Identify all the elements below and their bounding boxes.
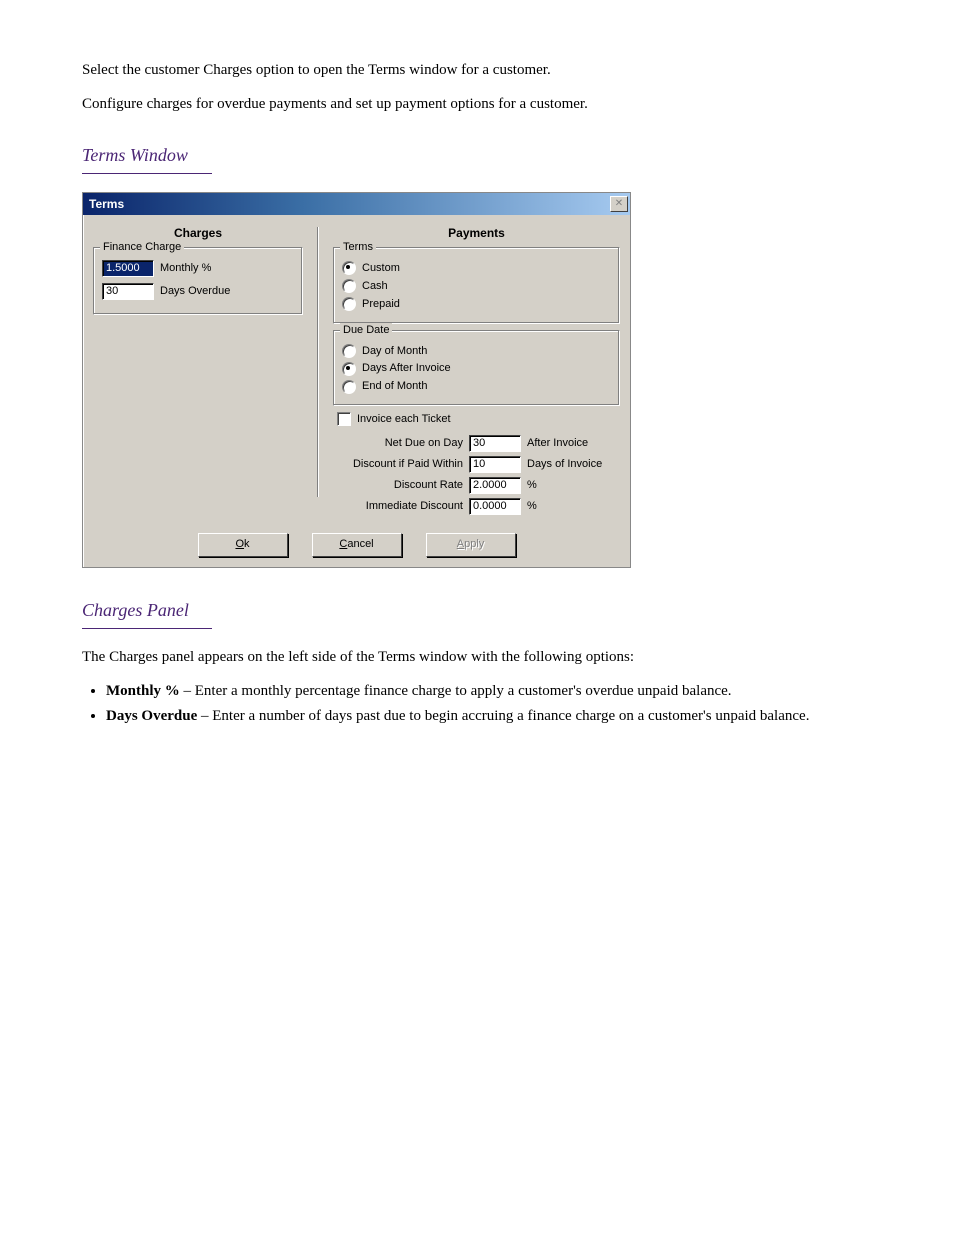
payments-header: Payments xyxy=(333,223,620,247)
percent-label: % xyxy=(521,478,537,493)
immediate-discount-input[interactable] xyxy=(469,498,521,515)
radio-custom[interactable]: Custom xyxy=(342,261,611,276)
days-overdue-label: Days Overdue xyxy=(160,284,230,299)
intro-line-2: Configure charges for overdue payments a… xyxy=(82,94,872,114)
radio-prepaid[interactable]: Prepaid xyxy=(342,297,611,312)
terms-dialog: Terms ✕ Charges Finance Charge Monthly %… xyxy=(82,192,631,568)
monthly-percent-input[interactable] xyxy=(102,260,154,277)
title-bar: Terms ✕ xyxy=(83,193,630,215)
net-due-label: Net Due on Day xyxy=(333,436,469,451)
radio-custom-label: Custom xyxy=(362,261,400,276)
heading-underline xyxy=(82,173,212,174)
terms-legend: Terms xyxy=(340,240,376,255)
cancel-button[interactable]: Cancel xyxy=(312,533,402,557)
radio-prepaid-label: Prepaid xyxy=(362,297,400,312)
finance-charge-group: Finance Charge Monthly % Days Overdue xyxy=(93,247,303,315)
due-date-legend: Due Date xyxy=(340,323,392,338)
radio-end-of-month[interactable]: End of Month xyxy=(342,379,611,394)
immediate-discount-label: Immediate Discount xyxy=(333,499,469,514)
discount-rate-label: Discount Rate xyxy=(333,478,469,493)
days-overdue-input[interactable] xyxy=(102,283,154,300)
charges-intro: The Charges panel appears on the left si… xyxy=(82,647,872,667)
radio-icon xyxy=(342,344,356,358)
checkbox-icon xyxy=(337,412,351,426)
invoice-each-ticket-checkbox[interactable]: Invoice each Ticket xyxy=(337,412,620,427)
window-title: Terms xyxy=(89,196,124,212)
radio-icon xyxy=(342,297,356,311)
radio-days-after-invoice[interactable]: Days After Invoice xyxy=(342,361,611,376)
net-due-suffix: After Invoice xyxy=(521,436,588,451)
radio-cash[interactable]: Cash xyxy=(342,279,611,294)
discount-within-suffix: Days of Invoice xyxy=(521,457,602,472)
discount-within-input[interactable] xyxy=(469,456,521,473)
apply-button: Apply xyxy=(426,533,516,557)
close-icon[interactable]: ✕ xyxy=(610,196,628,212)
ok-button[interactable]: Ok xyxy=(198,533,288,557)
radio-icon xyxy=(342,261,356,275)
due-date-group: Due Date Day of Month Days After Invoice… xyxy=(333,330,620,407)
heading-underline xyxy=(82,628,212,629)
radio-day-of-month-label: Day of Month xyxy=(362,344,427,359)
finance-charge-legend: Finance Charge xyxy=(100,240,184,255)
net-due-input[interactable] xyxy=(469,435,521,452)
section-heading-terms: Terms Window xyxy=(82,143,872,167)
intro-line-1: Select the customer Charges option to op… xyxy=(82,60,872,80)
radio-cash-label: Cash xyxy=(362,279,388,294)
charges-bullets: Monthly % – Enter a monthly percentage f… xyxy=(82,681,872,726)
bullet-monthly: Monthly % – Enter a monthly percentage f… xyxy=(106,681,872,701)
bullet-days-overdue: Days Overdue – Enter a number of days pa… xyxy=(106,706,872,726)
radio-end-of-month-label: End of Month xyxy=(362,379,427,394)
section-heading-charges: Charges Panel xyxy=(82,598,872,622)
discount-rate-input[interactable] xyxy=(469,477,521,494)
radio-day-of-month[interactable]: Day of Month xyxy=(342,344,611,359)
discount-within-label: Discount if Paid Within xyxy=(333,457,469,472)
radio-days-after-invoice-label: Days After Invoice xyxy=(362,361,451,376)
percent-label: % xyxy=(521,499,537,514)
invoice-each-ticket-label: Invoice each Ticket xyxy=(357,412,451,427)
radio-icon xyxy=(342,380,356,394)
terms-group: Terms Custom Cash Prepaid xyxy=(333,247,620,324)
radio-icon xyxy=(342,362,356,376)
monthly-percent-label: Monthly % xyxy=(160,261,211,276)
radio-icon xyxy=(342,279,356,293)
